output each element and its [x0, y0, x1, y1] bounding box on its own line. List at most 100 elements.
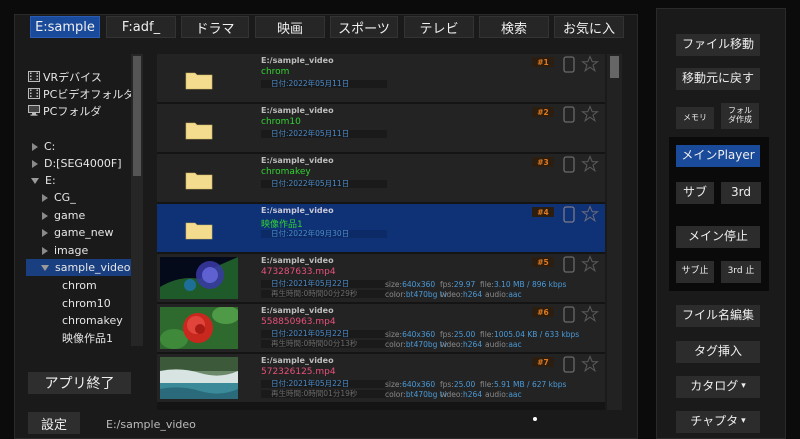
third-player-button[interactable]: 3rd: [721, 182, 761, 204]
file-row[interactable]: E:/sample_video 473287633.mp4 日付:2021年05…: [157, 254, 605, 302]
video-thumbnail[interactable]: [160, 257, 238, 299]
video-fps: fps:25.00: [440, 330, 476, 339]
catalog-button[interactable]: カタログ ▾: [676, 376, 760, 398]
main-stop-button[interactable]: メイン停止: [676, 226, 760, 248]
tree-item-label: D:[SEG4000F]: [44, 157, 122, 170]
device-icon[interactable]: [563, 356, 575, 373]
tree-item-chrom[interactable]: chrom: [62, 277, 97, 294]
tab-search[interactable]: 検索: [479, 16, 549, 38]
file-row[interactable]: E:/sample_video chromakey 日付:2022年05月11日…: [157, 154, 605, 202]
tree-item-game[interactable]: game: [42, 207, 85, 224]
file-list-scroll-thumb[interactable]: [610, 56, 619, 78]
tab-favorites[interactable]: お気に入: [554, 16, 624, 38]
expand-arrow-icon[interactable]: [42, 228, 48, 237]
tree-item-drive-c[interactable]: C:: [32, 138, 55, 155]
file-row[interactable]: E:/sample_video chrom10 日付:2022年05月11日 #…: [157, 104, 605, 152]
file-row[interactable]: E:/sample_video 572326125.mp4 日付:2021年05…: [157, 354, 605, 402]
tree-item-eizou[interactable]: 映像作品1: [62, 329, 113, 346]
file-date: 日付:2021年05月22日: [261, 330, 387, 338]
tree-item-game-new[interactable]: game_new: [42, 224, 113, 241]
tree-item-label: image: [54, 244, 89, 257]
tree-item-sample-video[interactable]: sample_video: [26, 259, 142, 276]
video-thumbnail[interactable]: [160, 307, 238, 349]
tab-tv[interactable]: テレビ: [404, 16, 474, 38]
video-file-info: file:5.91 MB / 627 kbps: [480, 380, 567, 389]
tree-item-drive-d[interactable]: D:[SEG4000F]: [32, 155, 122, 172]
third-stop-button[interactable]: 3rd 止: [721, 261, 761, 283]
file-number-badge: #7: [532, 357, 554, 367]
tree-scroll-thumb[interactable]: [133, 56, 141, 176]
edit-filename-button[interactable]: フイル名編集: [676, 305, 760, 327]
file-name: chromakey: [261, 167, 311, 177]
video-thumbnail[interactable]: [160, 357, 238, 399]
collapse-arrow-icon[interactable]: [31, 177, 39, 184]
expand-arrow-icon[interactable]: [32, 159, 38, 168]
tree-item-image[interactable]: image: [42, 242, 88, 259]
device-icon[interactable]: [563, 306, 575, 323]
star-icon[interactable]: [581, 205, 599, 223]
tree-item-label: chromakey: [62, 314, 123, 327]
star-icon[interactable]: [581, 255, 599, 273]
tree-scrollbar[interactable]: [131, 54, 143, 346]
star-icon[interactable]: [581, 355, 599, 373]
file-name: chrom10: [261, 117, 301, 127]
tree-item-chrom10[interactable]: chrom10: [62, 295, 111, 312]
video-color: color:bt470bg tv: [385, 340, 448, 349]
file-date: 日付:2022年09月30日: [261, 230, 387, 238]
tree-item-pc-video-folder[interactable]: PCビデオフォルダ: [28, 85, 134, 102]
device-icon[interactable]: [563, 106, 575, 123]
device-icon[interactable]: [563, 256, 575, 273]
create-folder-button[interactable]: フォル ダ作成: [721, 103, 759, 129]
file-path: E:/sample_video: [261, 56, 334, 65]
file-row-selected[interactable]: E:/sample_video 映像作品1 日付:2022年09月30日 #4: [157, 204, 605, 252]
file-date: 日付:2021年05月22日: [261, 280, 387, 288]
tree-item-label: PCビデオフォルダ: [43, 87, 135, 101]
settings-button[interactable]: 設定: [28, 412, 80, 434]
expand-arrow-icon[interactable]: [42, 211, 48, 220]
expand-arrow-icon[interactable]: [42, 193, 48, 202]
tree-item-drive-e[interactable]: E:: [31, 172, 56, 189]
file-list-scrollbar[interactable]: [607, 54, 622, 410]
file-row[interactable]: E:/sample_video chrom 日付:2022年05月11日 #1: [157, 54, 605, 102]
tree-item-label: sample_video: [55, 261, 131, 274]
expand-arrow-icon[interactable]: [32, 142, 38, 151]
expand-arrow-icon[interactable]: [42, 246, 48, 255]
tab-e-sample[interactable]: E:sample: [30, 16, 100, 38]
quit-app-button[interactable]: アプリ終了: [28, 372, 131, 394]
insert-tag-button[interactable]: タグ挿入: [676, 341, 760, 363]
star-icon[interactable]: [581, 155, 599, 173]
return-to-source-button[interactable]: 移動元に戻す: [676, 68, 760, 90]
memory-button[interactable]: メモリ: [676, 107, 714, 129]
file-date: 日付:2021年05月22日: [261, 380, 387, 388]
tree-item-pc-folder[interactable]: PCフォルダ: [28, 102, 101, 119]
device-icon[interactable]: [563, 56, 575, 73]
file-path: E:/sample_video: [261, 156, 334, 165]
move-file-button[interactable]: ファイル移動: [676, 34, 760, 56]
current-path: E:/sample_video: [106, 418, 196, 431]
main-player-button[interactable]: メインPlayer: [676, 145, 760, 167]
file-row[interactable]: E:/sample_video 558850963.mp4 日付:2021年05…: [157, 304, 605, 352]
tab-drama[interactable]: ドラマ: [181, 16, 249, 38]
file-name: chrom: [261, 67, 290, 77]
chapter-button[interactable]: チャプタ ▾: [676, 411, 760, 433]
tree-item-vr-device[interactable]: VRデバイス: [28, 68, 102, 85]
tab-f-adf[interactable]: F:adf_: [106, 16, 176, 38]
collapse-arrow-icon[interactable]: [41, 264, 49, 271]
tab-sports[interactable]: スポーツ: [330, 16, 398, 38]
star-icon[interactable]: [581, 105, 599, 123]
tree-item-label: chrom: [62, 279, 97, 292]
video-color: color:bt470bg tv: [385, 290, 448, 299]
cursor-dot: [533, 417, 537, 421]
device-icon[interactable]: [563, 206, 575, 223]
tree-item-cg[interactable]: CG_: [42, 189, 76, 206]
sub-player-button[interactable]: サブ: [676, 182, 714, 204]
tree-item-label: VRデバイス: [43, 70, 102, 84]
star-icon[interactable]: [581, 55, 599, 73]
tree-item-chromakey[interactable]: chromakey: [62, 312, 123, 329]
star-icon[interactable]: [581, 305, 599, 323]
file-number-badge: #2: [532, 107, 554, 117]
tab-movie[interactable]: 映画: [255, 16, 325, 38]
folder-icon: [185, 122, 213, 140]
sub-stop-button[interactable]: サブ止: [676, 261, 714, 283]
device-icon[interactable]: [563, 156, 575, 173]
